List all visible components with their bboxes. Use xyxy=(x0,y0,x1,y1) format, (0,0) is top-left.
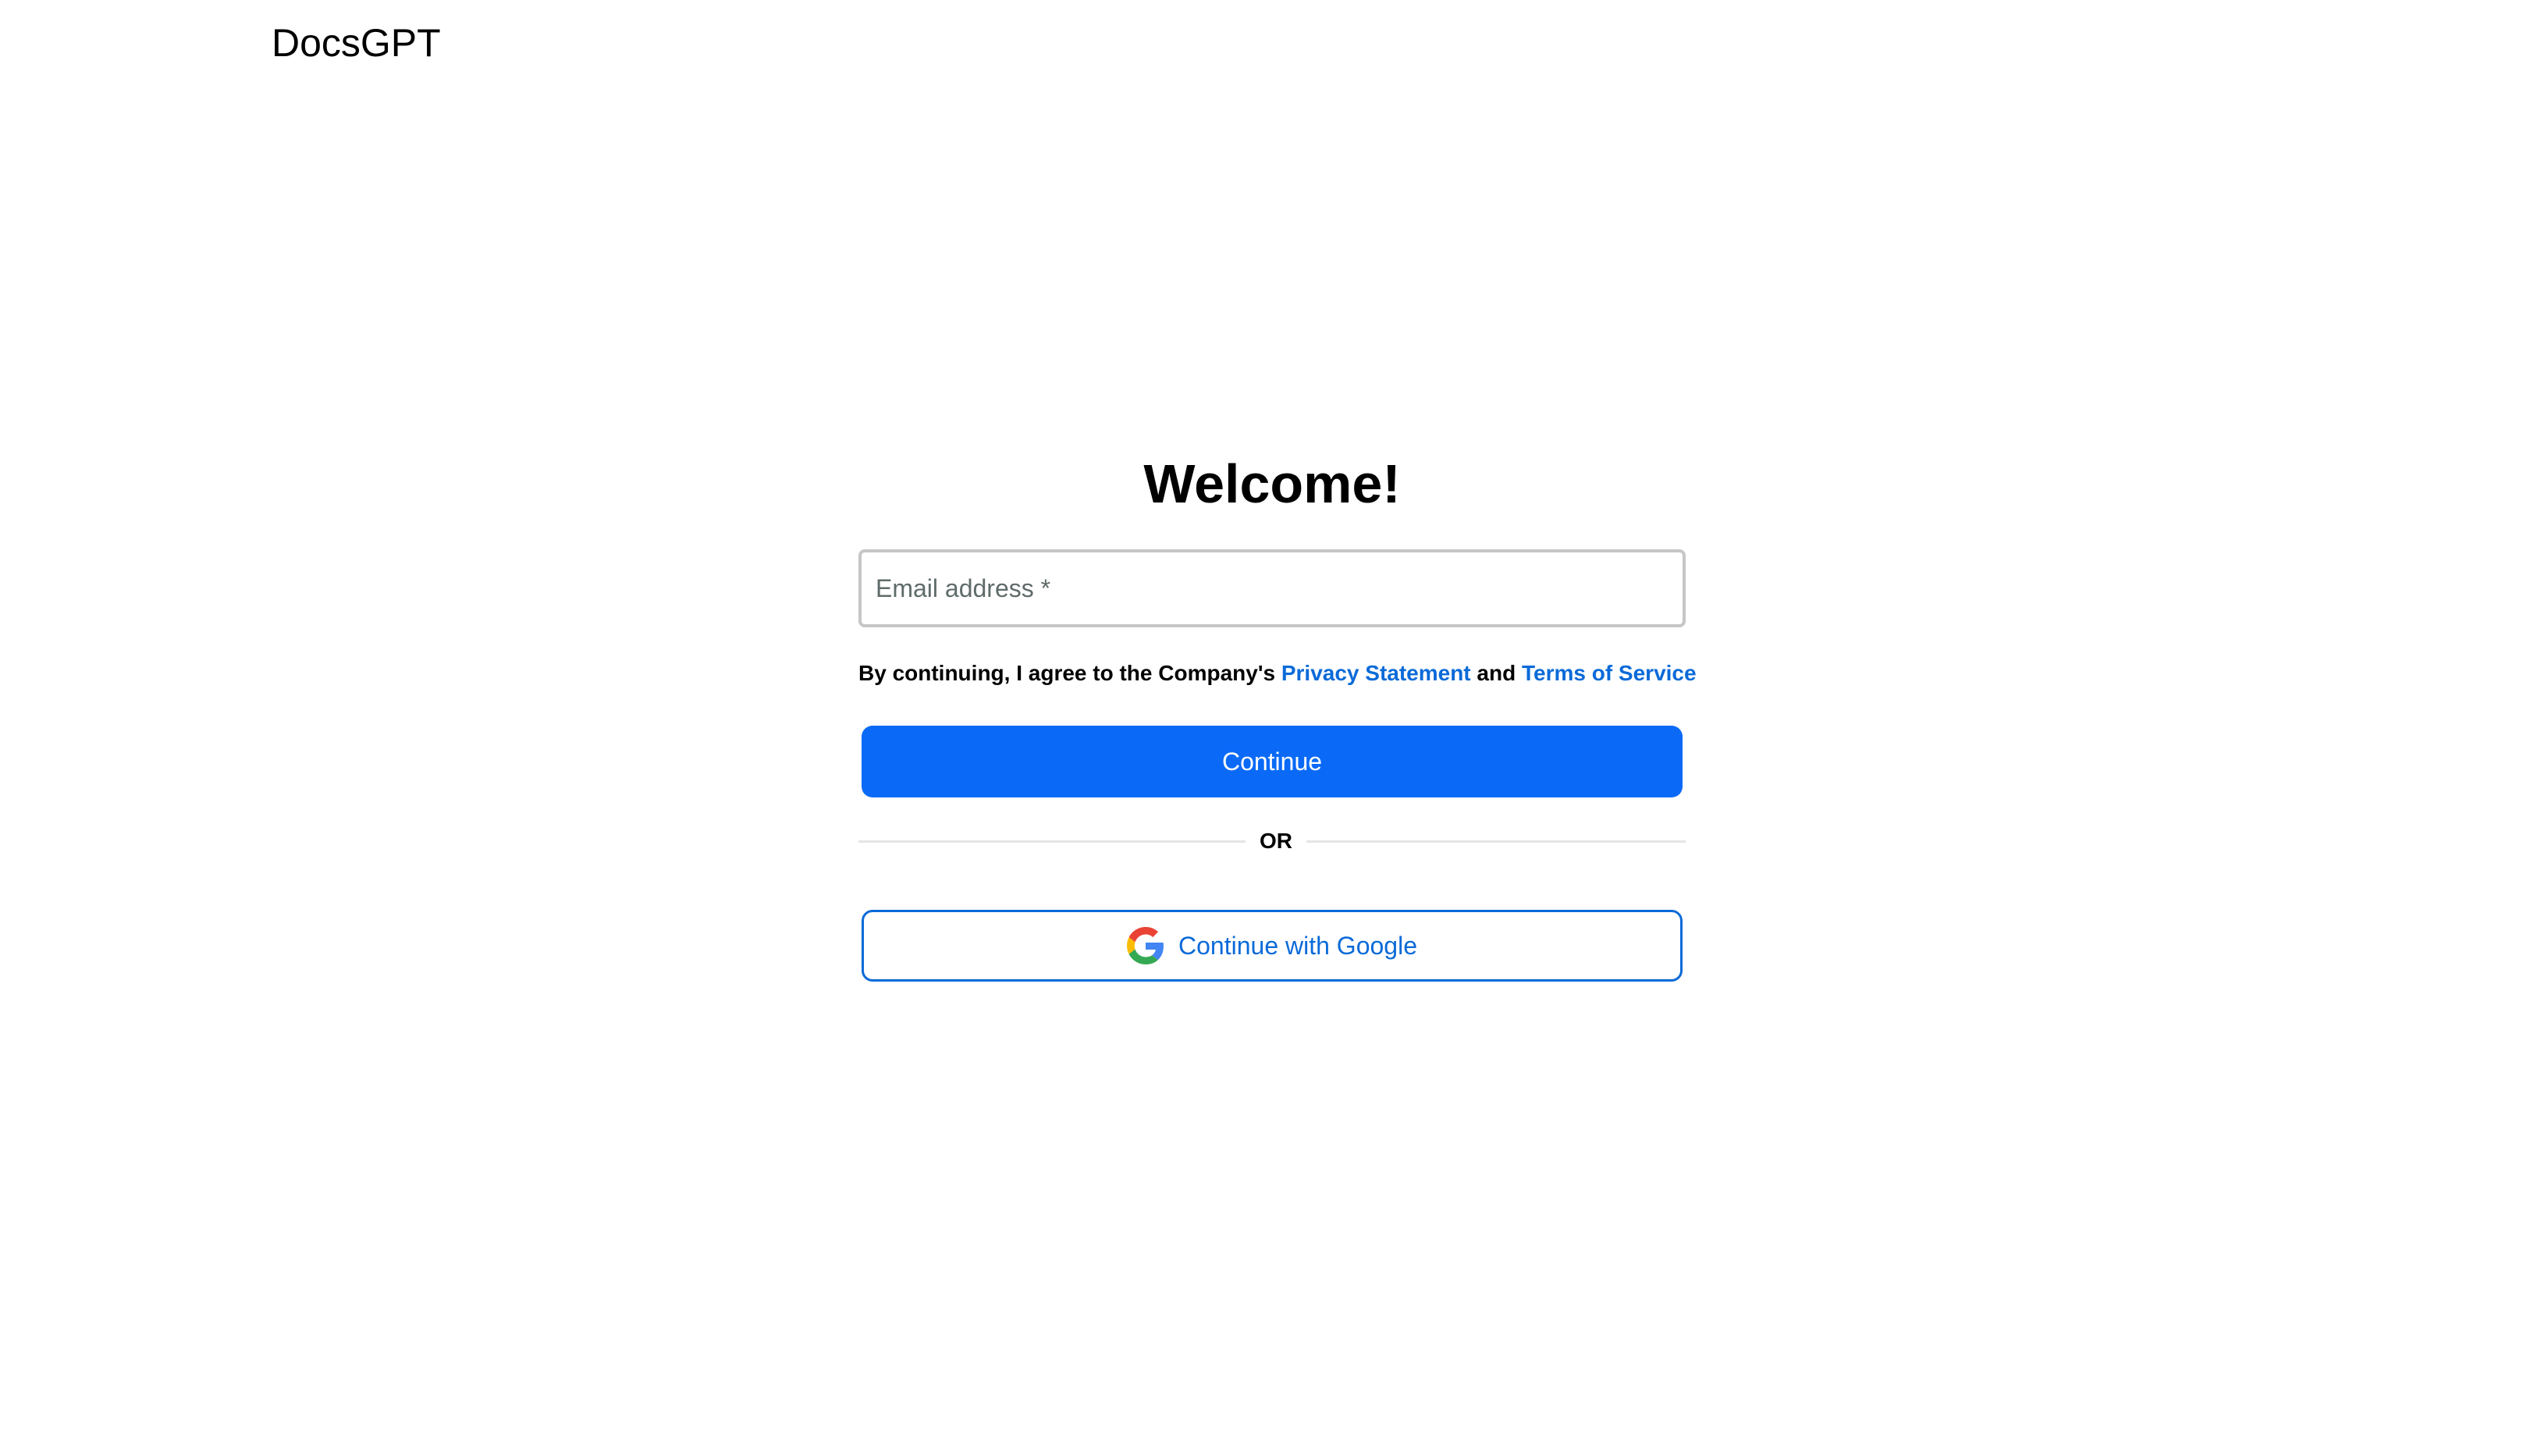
terms-of-service-link[interactable]: Terms of Service xyxy=(1522,661,1697,685)
divider-line-left xyxy=(858,840,1246,843)
terms-prefix-text: By continuing, I agree to the Company's xyxy=(858,661,1276,685)
continue-button[interactable]: Continue xyxy=(862,726,1683,797)
divider-line-right xyxy=(1306,840,1686,843)
brand-logo-text: DocsGPT xyxy=(272,21,441,65)
divider-label: OR xyxy=(1260,829,1292,853)
email-field[interactable] xyxy=(858,549,1686,627)
login-form: Welcome! By continuing, I agree to the C… xyxy=(858,445,1697,982)
page-title: Welcome! xyxy=(1143,453,1401,514)
or-divider: OR xyxy=(858,821,1686,861)
google-icon xyxy=(1127,927,1164,964)
google-button-label: Continue with Google xyxy=(1178,931,1417,960)
continue-with-google-button[interactable]: Continue with Google xyxy=(862,910,1683,982)
terms-notice: By continuing, I agree to the Company's … xyxy=(858,654,1697,693)
terms-and-text: and xyxy=(1477,661,1516,685)
privacy-statement-link[interactable]: Privacy Statement xyxy=(1281,661,1471,685)
